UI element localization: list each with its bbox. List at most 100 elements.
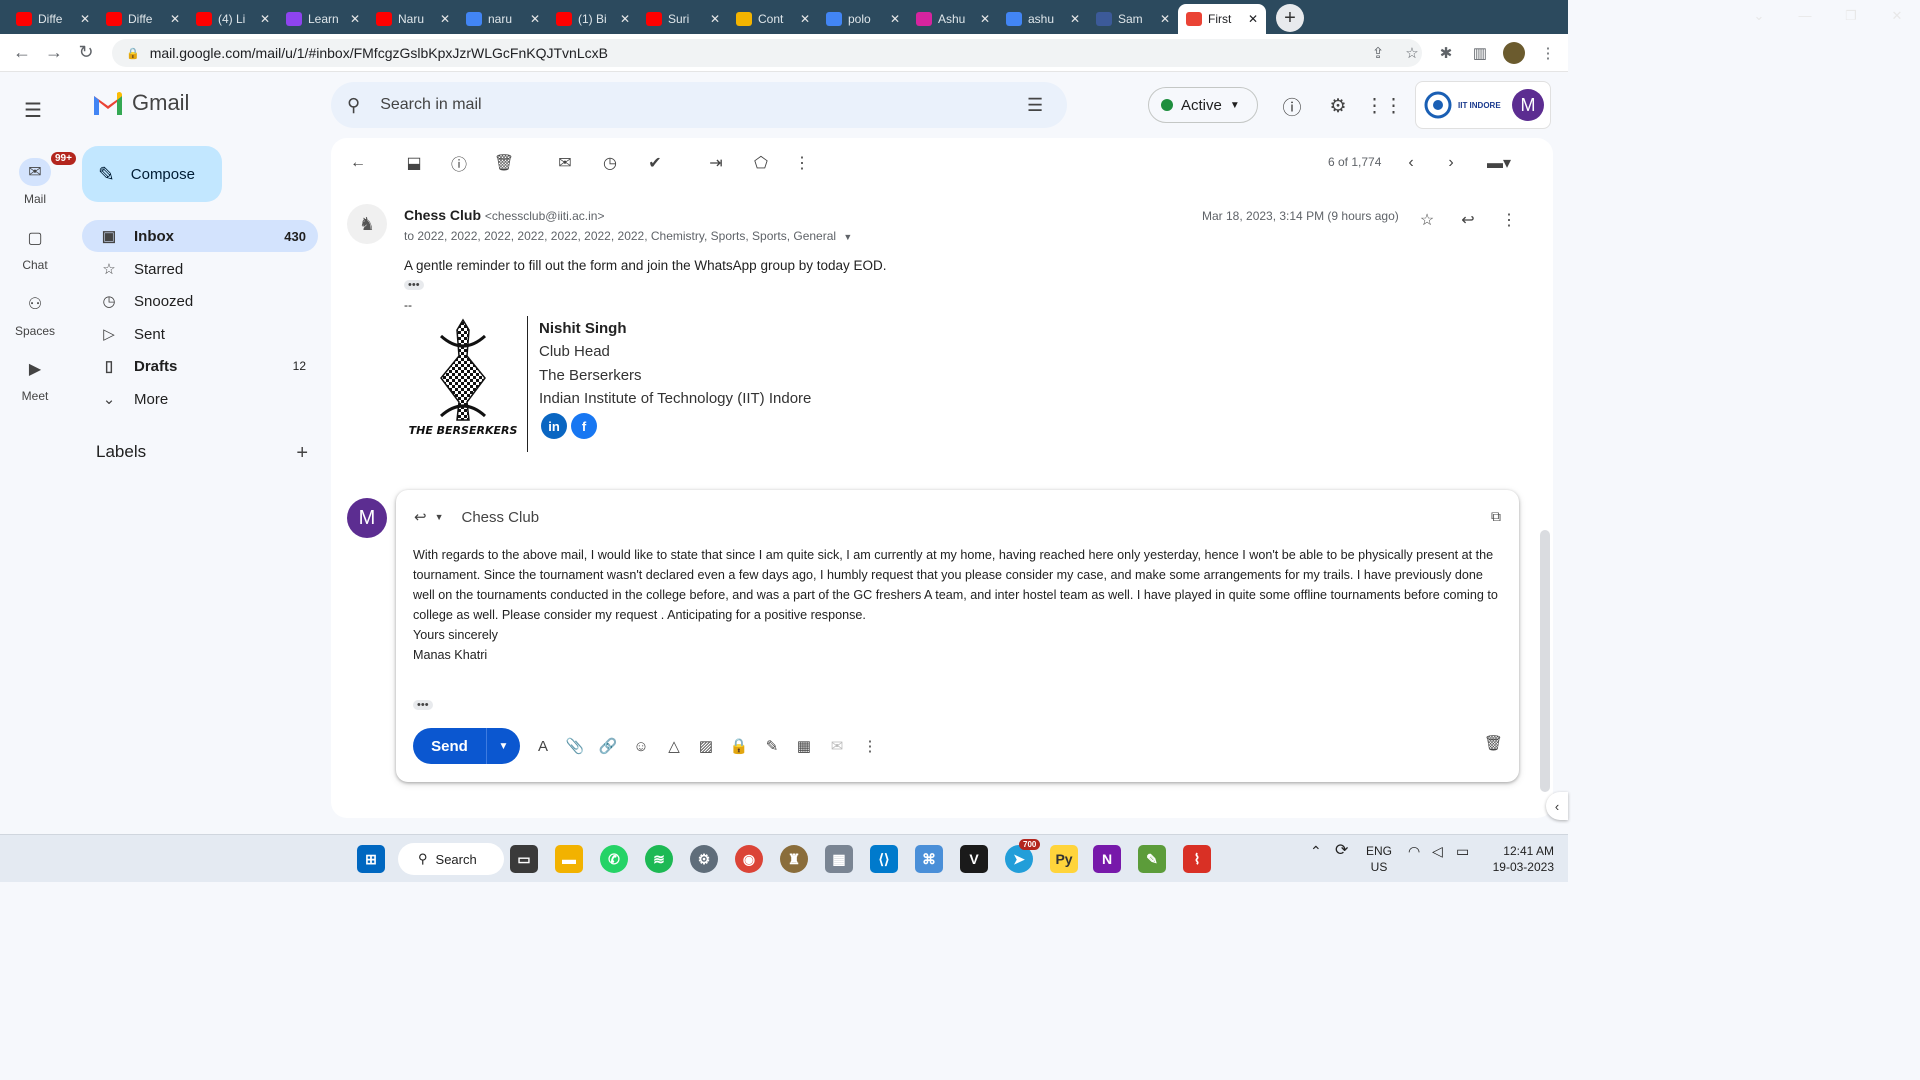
send-button[interactable]: Send: [413, 728, 487, 764]
tab-close-icon[interactable]: ✕: [80, 12, 90, 26]
reply-type-icon[interactable]: ↩: [414, 508, 427, 526]
pop-out-icon[interactable]: ⧉: [1491, 508, 1501, 525]
main-menu-icon[interactable]: ☰: [24, 98, 42, 123]
minimize-button[interactable]: —: [1782, 0, 1828, 34]
browser-tab[interactable]: First ✕: [1178, 4, 1266, 34]
browser-tab[interactable]: Ashu ✕: [908, 4, 998, 34]
account-avatar[interactable]: M: [1512, 89, 1544, 121]
schedule-send-dropdown[interactable]: ▼: [487, 728, 520, 764]
side-panel-toggle-icon[interactable]: ‹: [1546, 792, 1568, 820]
signature-pen-icon[interactable]: ✎: [758, 734, 786, 758]
show-hidden-icons-icon[interactable]: ⌃: [1310, 843, 1322, 859]
tab-close-icon[interactable]: ✕: [1070, 12, 1080, 26]
more-options-icon[interactable]: ⋮: [787, 146, 817, 180]
sidebar-item-starred[interactable]: ☆ Starred: [82, 253, 318, 285]
search-options-icon[interactable]: ☰: [1027, 95, 1067, 116]
reload-icon[interactable]: ↻: [70, 42, 102, 63]
browser-tab[interactable]: naru ✕: [458, 4, 548, 34]
status-dropdown[interactable]: Active ▼: [1148, 87, 1258, 123]
rail-item-meet[interactable]: ▶ Meet: [0, 355, 70, 403]
file-explorer-icon[interactable]: ▬: [555, 845, 583, 873]
template-mail-icon[interactable]: ✉: [823, 734, 851, 758]
mark-unread-icon[interactable]: ✉: [550, 146, 580, 180]
windows-start-icon[interactable]: ⊞: [357, 845, 385, 873]
vscode-icon[interactable]: ⟨⟩: [870, 845, 898, 873]
calculator-icon[interactable]: ▦: [825, 845, 853, 873]
linkedin-icon[interactable]: in: [541, 413, 567, 439]
taskbar-search[interactable]: ⚲ Search: [398, 843, 504, 875]
browser-tab[interactable]: Naru ✕: [368, 4, 458, 34]
recipients-line[interactable]: to 2022, 2022, 2022, 2022, 2022, 2022, 2…: [404, 229, 852, 243]
more-vert-icon[interactable]: ⋮: [1495, 206, 1523, 234]
reply-icon[interactable]: ↩: [1454, 206, 1482, 234]
search-bar[interactable]: ⚲ Search in mail ☰: [331, 82, 1067, 128]
emoji-icon[interactable]: ☺: [627, 734, 655, 758]
scrollbar[interactable]: [1540, 530, 1550, 792]
rail-item-spaces[interactable]: ⚇ Spaces: [0, 290, 70, 338]
sync-icon[interactable]: ⟳: [1335, 843, 1348, 859]
valorant-icon[interactable]: V: [960, 845, 988, 873]
rail-item-chat[interactable]: ▢ Chat: [0, 224, 70, 272]
sidebar-item-snoozed[interactable]: ◷ Snoozed: [82, 285, 318, 317]
browser-tab[interactable]: ashu ✕: [998, 4, 1088, 34]
help-icon[interactable]: ⓘ: [1276, 90, 1308, 122]
tab-close-icon[interactable]: ✕: [350, 12, 360, 26]
maximize-button[interactable]: ❐: [1828, 0, 1874, 34]
browser-tab[interactable]: Sam ✕: [1088, 4, 1178, 34]
side-panel-icon[interactable]: ▥: [1464, 38, 1496, 68]
sidebar-item-sent[interactable]: ▷ Sent: [82, 318, 318, 350]
delete-icon[interactable]: 🗑: [489, 146, 519, 180]
tab-close-icon[interactable]: ✕: [1160, 12, 1170, 26]
browser-tab[interactable]: Suri ✕: [638, 4, 728, 34]
paint-icon[interactable]: ✎: [1138, 845, 1166, 873]
tab-close-icon[interactable]: ✕: [710, 12, 720, 26]
facebook-icon[interactable]: f: [571, 413, 597, 439]
chrome-icon[interactable]: ◉: [735, 845, 763, 873]
star-icon[interactable]: ☆: [1413, 206, 1441, 234]
search-input[interactable]: Search in mail: [380, 96, 1027, 114]
gmail-logo[interactable]: Gmail: [92, 90, 189, 116]
back-to-inbox-icon[interactable]: ←: [343, 146, 373, 180]
close-window-button[interactable]: ✕: [1874, 0, 1920, 34]
language-indicator[interactable]: ENG US: [1366, 843, 1392, 875]
account-switcher[interactable]: IIT INDORE M: [1415, 81, 1551, 129]
browser-tab[interactable]: Cont ✕: [728, 4, 818, 34]
tab-close-icon[interactable]: ✕: [800, 12, 810, 26]
battery-icon[interactable]: ▭: [1456, 843, 1469, 859]
add-label-icon[interactable]: +: [296, 442, 308, 465]
browser-tab[interactable]: Diffe ✕: [98, 4, 188, 34]
search-icon[interactable]: ⚲: [347, 95, 360, 116]
clock[interactable]: 12:41 AM 19-03-2023: [1486, 843, 1554, 875]
insert-link-icon[interactable]: 🔗: [594, 734, 622, 758]
python-idle-icon[interactable]: Py: [1050, 845, 1078, 873]
discard-draft-icon[interactable]: 🗑: [1484, 734, 1503, 752]
report-spam-icon[interactable]: ⓘ: [444, 146, 474, 180]
game-app-icon[interactable]: ♜: [780, 845, 808, 873]
task-view-icon[interactable]: ▭: [510, 845, 538, 873]
browser-tab[interactable]: polo ✕: [818, 4, 908, 34]
settings-gear-icon[interactable]: ⚙: [1322, 90, 1354, 122]
apps-grid-icon[interactable]: ⋮⋮: [1365, 90, 1403, 122]
more-options-icon[interactable]: ⋮: [856, 734, 884, 758]
new-tab-button[interactable]: +: [1276, 4, 1304, 32]
onenote-icon[interactable]: N: [1093, 845, 1121, 873]
show-trimmed-content-button[interactable]: •••: [404, 280, 424, 291]
confidential-mode-icon[interactable]: 🔒: [725, 734, 753, 758]
snooze-icon[interactable]: ◷: [595, 146, 625, 180]
rail-item-mail[interactable]: ✉ 99+ Mail: [0, 152, 76, 206]
formatting-options-icon[interactable]: A: [529, 734, 557, 758]
profile-avatar[interactable]: [1498, 38, 1530, 68]
show-trimmed-content-button[interactable]: •••: [413, 700, 433, 711]
compose-button[interactable]: ✎ Compose: [82, 146, 222, 202]
tab-search-icon[interactable]: ⌄: [1736, 0, 1782, 34]
extensions-icon[interactable]: ✱: [1430, 38, 1462, 68]
label-icon[interactable]: ⬠: [746, 146, 776, 180]
python-icon[interactable]: ⌘: [915, 845, 943, 873]
tab-close-icon[interactable]: ✕: [260, 12, 270, 26]
newer-chevron-icon[interactable]: ‹: [1396, 146, 1426, 180]
browser-tab[interactable]: (4) Li ✕: [188, 4, 278, 34]
back-icon[interactable]: ←: [6, 42, 38, 63]
tab-close-icon[interactable]: ✕: [620, 12, 630, 26]
caret-down-icon[interactable]: ▼: [843, 232, 852, 242]
layouts-icon[interactable]: ▦: [790, 734, 818, 758]
